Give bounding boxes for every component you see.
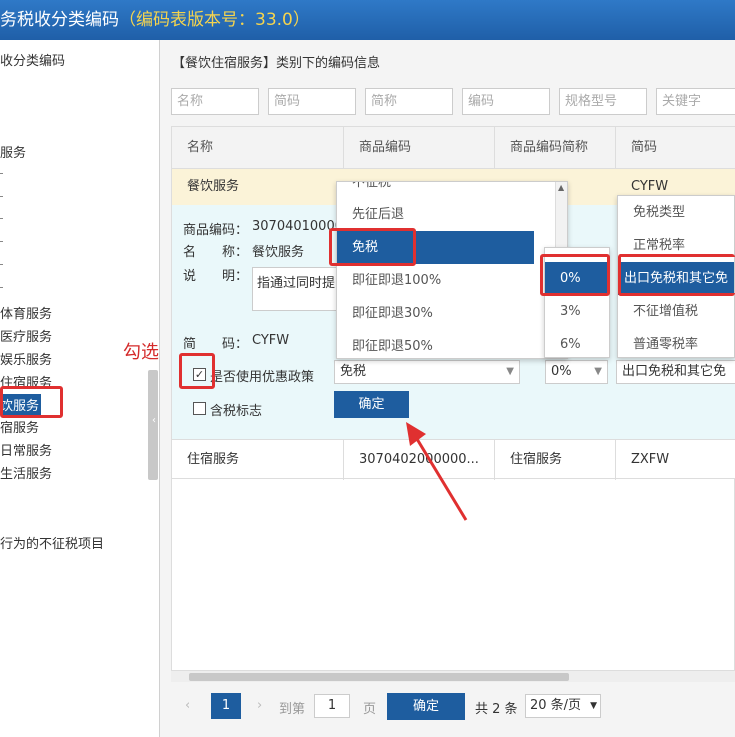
- table-horizontal-scrollbar[interactable]: [171, 670, 735, 682]
- name-value: 餐饮服务: [252, 245, 305, 260]
- annotation-text: 勾选: [123, 342, 159, 363]
- row-name-cell: 住宿服务: [172, 440, 344, 480]
- column-header-code: 商品编码: [344, 127, 495, 169]
- tree-item-service[interactable]: 服务: [0, 142, 26, 161]
- filter-abbr-input[interactable]: 简称: [365, 88, 453, 115]
- highlight-box-sidebar: [0, 386, 63, 418]
- dropdown-option[interactable]: 不征增值税: [618, 295, 734, 328]
- pagination-bar: ‹ 1 › 到第 1 页 确定 共 2 条 20 条/页 ▼: [171, 682, 735, 737]
- chevron-down-icon: ▼: [506, 366, 514, 377]
- window-title: 务税收分类编码: [0, 10, 119, 30]
- dropdown-option[interactable]: 免税类型: [618, 196, 734, 229]
- desc-label: 说 明：: [183, 269, 249, 284]
- policy-type-value: 免税: [340, 364, 367, 379]
- jianma-label: 简 码：: [183, 337, 249, 352]
- policy-type-dropdown: 不征税 先征后退 免税 即征即退100% 即征即退30% 即征即退50% ▲: [336, 181, 568, 359]
- exemption-type-value: 出口免税和其它免: [622, 364, 727, 379]
- filter-name-input[interactable]: 名称: [171, 88, 259, 115]
- tree-connector: [0, 264, 3, 265]
- tree-item-entertainment[interactable]: 娱乐服务: [0, 349, 52, 368]
- tree-item-lodging[interactable]: 宿服务: [0, 417, 39, 436]
- dropdown-option[interactable]: 3%: [545, 295, 609, 328]
- tax-rate-value: 0%: [551, 364, 572, 379]
- page-size-select[interactable]: 20 条/页 ▼: [525, 694, 601, 718]
- tree-connector: [0, 173, 3, 174]
- tree-connector: [0, 287, 3, 288]
- jianma-value: CYFW: [252, 333, 290, 348]
- table-header: 名称 商品编码 商品编码简称 简码: [172, 127, 735, 169]
- highlight-box-policy: [329, 228, 416, 266]
- tree-root-label[interactable]: 收分类编码: [0, 50, 65, 69]
- goto-label: 到第: [279, 702, 306, 717]
- name-label: 名 称：: [183, 245, 249, 260]
- row-jianma-cell: ZXFW: [631, 452, 670, 467]
- highlight-box-exemption: [618, 254, 735, 296]
- next-page-icon[interactable]: ›: [257, 698, 262, 713]
- dropdown-option[interactable]: 即征即退100%: [337, 264, 567, 297]
- filter-keyword-input[interactable]: 关键字: [656, 88, 735, 115]
- chevron-down-icon: ▼: [594, 366, 602, 377]
- policy-type-select[interactable]: 免税 ▼: [334, 360, 520, 384]
- tree-connector: [0, 218, 3, 219]
- page-title: 【餐饮住宿服务】类别下的编码信息: [172, 56, 381, 71]
- column-header-name: 名称: [172, 127, 344, 169]
- tree-connector: [0, 241, 3, 242]
- column-header-abbr: 商品编码简称: [495, 127, 616, 169]
- dropdown-option[interactable]: 先征后退: [337, 198, 567, 231]
- goto-page-input[interactable]: 1: [314, 694, 350, 718]
- filter-spec-input[interactable]: 规格型号: [559, 88, 647, 115]
- use-policy-label: 是否使用优惠政策: [210, 370, 315, 385]
- code-label: 商品编码：: [183, 223, 249, 238]
- page-size-value: 20 条/页: [530, 698, 582, 713]
- filter-code-input[interactable]: 编码: [462, 88, 550, 115]
- scrollbar-thumb[interactable]: [189, 673, 569, 681]
- dropdown-option[interactable]: 6%: [545, 328, 609, 361]
- tree-item-daily[interactable]: 日常服务: [0, 440, 52, 459]
- chevron-down-icon: ▼: [590, 701, 597, 711]
- tree-connector: [0, 196, 3, 197]
- tree-item-medical[interactable]: 医疗服务: [0, 326, 52, 345]
- highlight-box-checkbox: [179, 353, 215, 389]
- exemption-type-select[interactable]: 出口免税和其它免: [616, 360, 735, 384]
- main-panel: 【餐饮住宿服务】类别下的编码信息 名称 简码 简称 编码 规格型号 关键字 名称…: [160, 40, 735, 737]
- tree-item-life[interactable]: 生活服务: [0, 463, 52, 482]
- goto-confirm-button[interactable]: 确定: [387, 693, 465, 720]
- annotation-arrow-icon: [406, 422, 468, 521]
- dropdown-option[interactable]: 不征税: [337, 182, 567, 199]
- row-name-cell: 餐饮服务: [187, 179, 240, 194]
- highlight-box-rate: [540, 254, 610, 296]
- dropdown-option[interactable]: 即征即退50%: [337, 330, 567, 358]
- window-title-bar: 务税收分类编码（编码表版本号：33.0）: [0, 0, 735, 40]
- row-abbr-cell: 住宿服务: [495, 440, 616, 480]
- total-count-label: 共 2 条: [475, 702, 518, 717]
- tax-rate-select[interactable]: 0% ▼: [545, 360, 608, 384]
- tax-included-checkbox[interactable]: [193, 402, 206, 415]
- tree-item-non-taxable[interactable]: 行为的不征税项目: [0, 533, 104, 552]
- filter-jianma-input[interactable]: 简码: [268, 88, 356, 115]
- column-header-jianma: 简码: [631, 140, 658, 155]
- page-unit-label: 页: [363, 702, 377, 717]
- dropdown-option[interactable]: 普通零税率: [618, 328, 734, 357]
- detail-confirm-button[interactable]: 确定: [334, 391, 409, 418]
- page-number-button[interactable]: 1: [211, 693, 241, 719]
- prev-page-icon[interactable]: ‹: [185, 698, 190, 713]
- collapse-arrow-icon[interactable]: ‹: [152, 415, 156, 426]
- dropdown-option[interactable]: 即征即退30%: [337, 297, 567, 330]
- version-label: （编码表版本号：33.0）: [119, 10, 310, 30]
- tree-item-sports[interactable]: 体育服务: [0, 303, 52, 322]
- tax-included-label: 含税标志: [210, 404, 263, 419]
- chevron-up-icon[interactable]: ▲: [558, 183, 564, 192]
